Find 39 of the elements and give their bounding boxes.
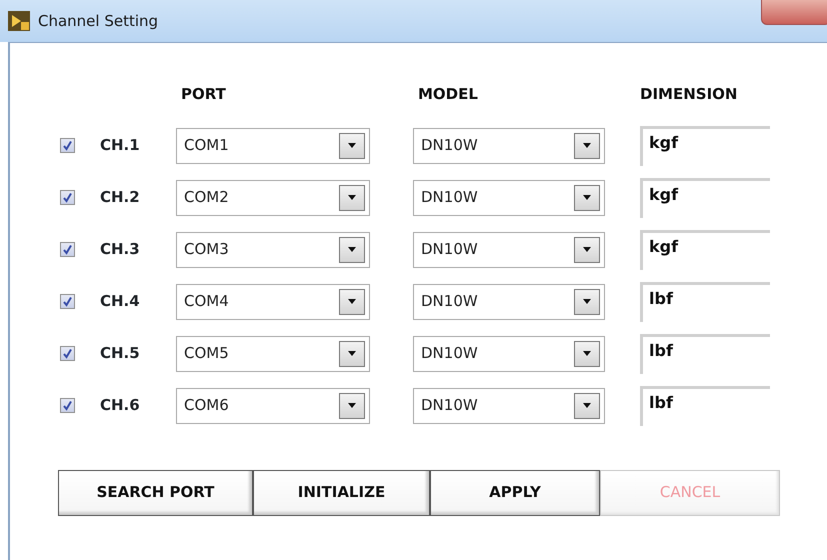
dimension-field: lbf [640, 282, 770, 322]
action-button[interactable]: SEARCH PORT [58, 470, 253, 516]
action-button[interactable]: INITIALIZE [253, 470, 430, 516]
channel-label: CH.3 [100, 239, 141, 260]
channel-label: CH.6 [100, 395, 141, 416]
model-dropdown[interactable]: DN10W [413, 388, 605, 424]
checkbox[interactable] [60, 294, 75, 309]
model-dropdown[interactable]: DN10W [413, 180, 605, 216]
port-dropdown[interactable]: COM1 [176, 128, 370, 164]
checkbox[interactable] [60, 398, 75, 413]
port-dropdown[interactable]: COM3 [176, 232, 370, 268]
checkbox[interactable] [60, 190, 75, 205]
model-dropdown[interactable]: DN10W [413, 284, 605, 320]
window-title: Channel Setting [38, 10, 158, 32]
dimension-field: lbf [640, 386, 770, 426]
checkbox[interactable] [60, 138, 75, 153]
model-dropdown[interactable]: DN10W [413, 336, 605, 372]
dimension-field: lbf [640, 334, 770, 374]
channel-label: CH.2 [100, 187, 141, 208]
port-dropdown[interactable]: COM5 [176, 336, 370, 372]
model-dropdown[interactable]: DN10W [413, 128, 605, 164]
column-header: PORT [181, 84, 226, 105]
close-button[interactable] [761, 0, 827, 25]
port-dropdown[interactable]: COM4 [176, 284, 370, 320]
port-dropdown[interactable]: COM2 [176, 180, 370, 216]
checkbox[interactable] [60, 242, 75, 257]
model-dropdown[interactable]: DN10W [413, 232, 605, 268]
column-header: DIMENSION [640, 84, 738, 105]
channel-label: CH.4 [100, 291, 141, 312]
dimension-field: kgf [640, 126, 770, 166]
column-header: MODEL [418, 84, 478, 105]
dimension-field: kgf [640, 178, 770, 218]
dimension-field: kgf [640, 230, 770, 270]
checkbox[interactable] [60, 346, 75, 361]
action-button[interactable]: APPLY [430, 470, 600, 516]
channel-label: CH.5 [100, 343, 141, 364]
port-dropdown[interactable]: COM6 [176, 388, 370, 424]
channel-label: CH.1 [100, 135, 141, 156]
app-icon [8, 11, 30, 31]
